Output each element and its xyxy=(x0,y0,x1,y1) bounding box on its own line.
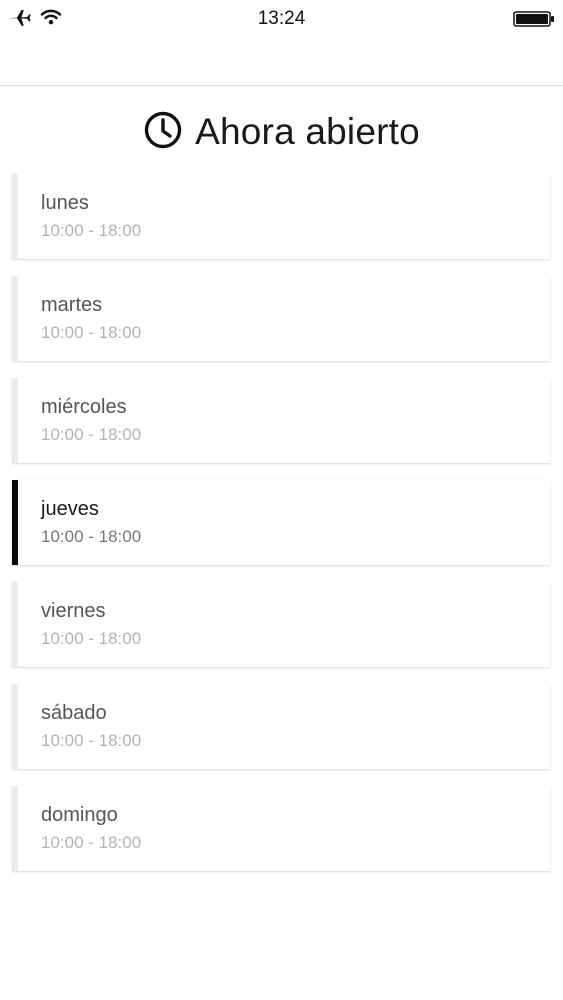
day-card-miercoles[interactable]: miércoles 10:00 - 18:00 xyxy=(12,378,550,463)
day-hours: 10:00 - 18:00 xyxy=(41,323,142,342)
day-name: lunes xyxy=(41,192,89,214)
day-hours: 10:00 - 18:00 xyxy=(41,221,142,240)
battery-icon xyxy=(513,10,555,33)
clock-icon xyxy=(143,110,183,155)
day-hours: 10:00 - 18:00 xyxy=(41,527,142,546)
day-card-sabado[interactable]: sábado 10:00 - 18:00 xyxy=(12,684,550,769)
opening-hours-list: lunes 10:00 - 18:00 martes 10:00 - 18:00… xyxy=(12,174,550,888)
open-status-header: Ahora abierto xyxy=(0,104,563,160)
day-name: sábado xyxy=(41,702,107,724)
navigation-bar xyxy=(0,38,563,86)
day-card-domingo[interactable]: domingo 10:00 - 18:00 xyxy=(12,786,550,871)
day-card-martes[interactable]: martes 10:00 - 18:00 xyxy=(12,276,550,361)
day-card-lunes[interactable]: lunes 10:00 - 18:00 xyxy=(12,174,550,259)
day-name: viernes xyxy=(41,600,106,622)
day-name: miércoles xyxy=(41,396,127,418)
day-hours: 10:00 - 18:00 xyxy=(41,731,142,750)
status-bar: 13:24 xyxy=(0,0,563,38)
day-card-viernes[interactable]: viernes 10:00 - 18:00 xyxy=(12,582,550,667)
day-name: jueves xyxy=(41,498,99,520)
day-hours: 10:00 - 18:00 xyxy=(41,425,142,444)
day-hours: 10:00 - 18:00 xyxy=(41,833,142,852)
day-hours: 10:00 - 18:00 xyxy=(41,629,142,648)
status-time: 13:24 xyxy=(257,8,306,29)
day-card-jueves[interactable]: jueves 10:00 - 18:00 xyxy=(12,480,550,565)
day-name: domingo xyxy=(41,804,118,826)
page-title: Ahora abierto xyxy=(195,111,420,152)
day-name: martes xyxy=(41,294,103,316)
